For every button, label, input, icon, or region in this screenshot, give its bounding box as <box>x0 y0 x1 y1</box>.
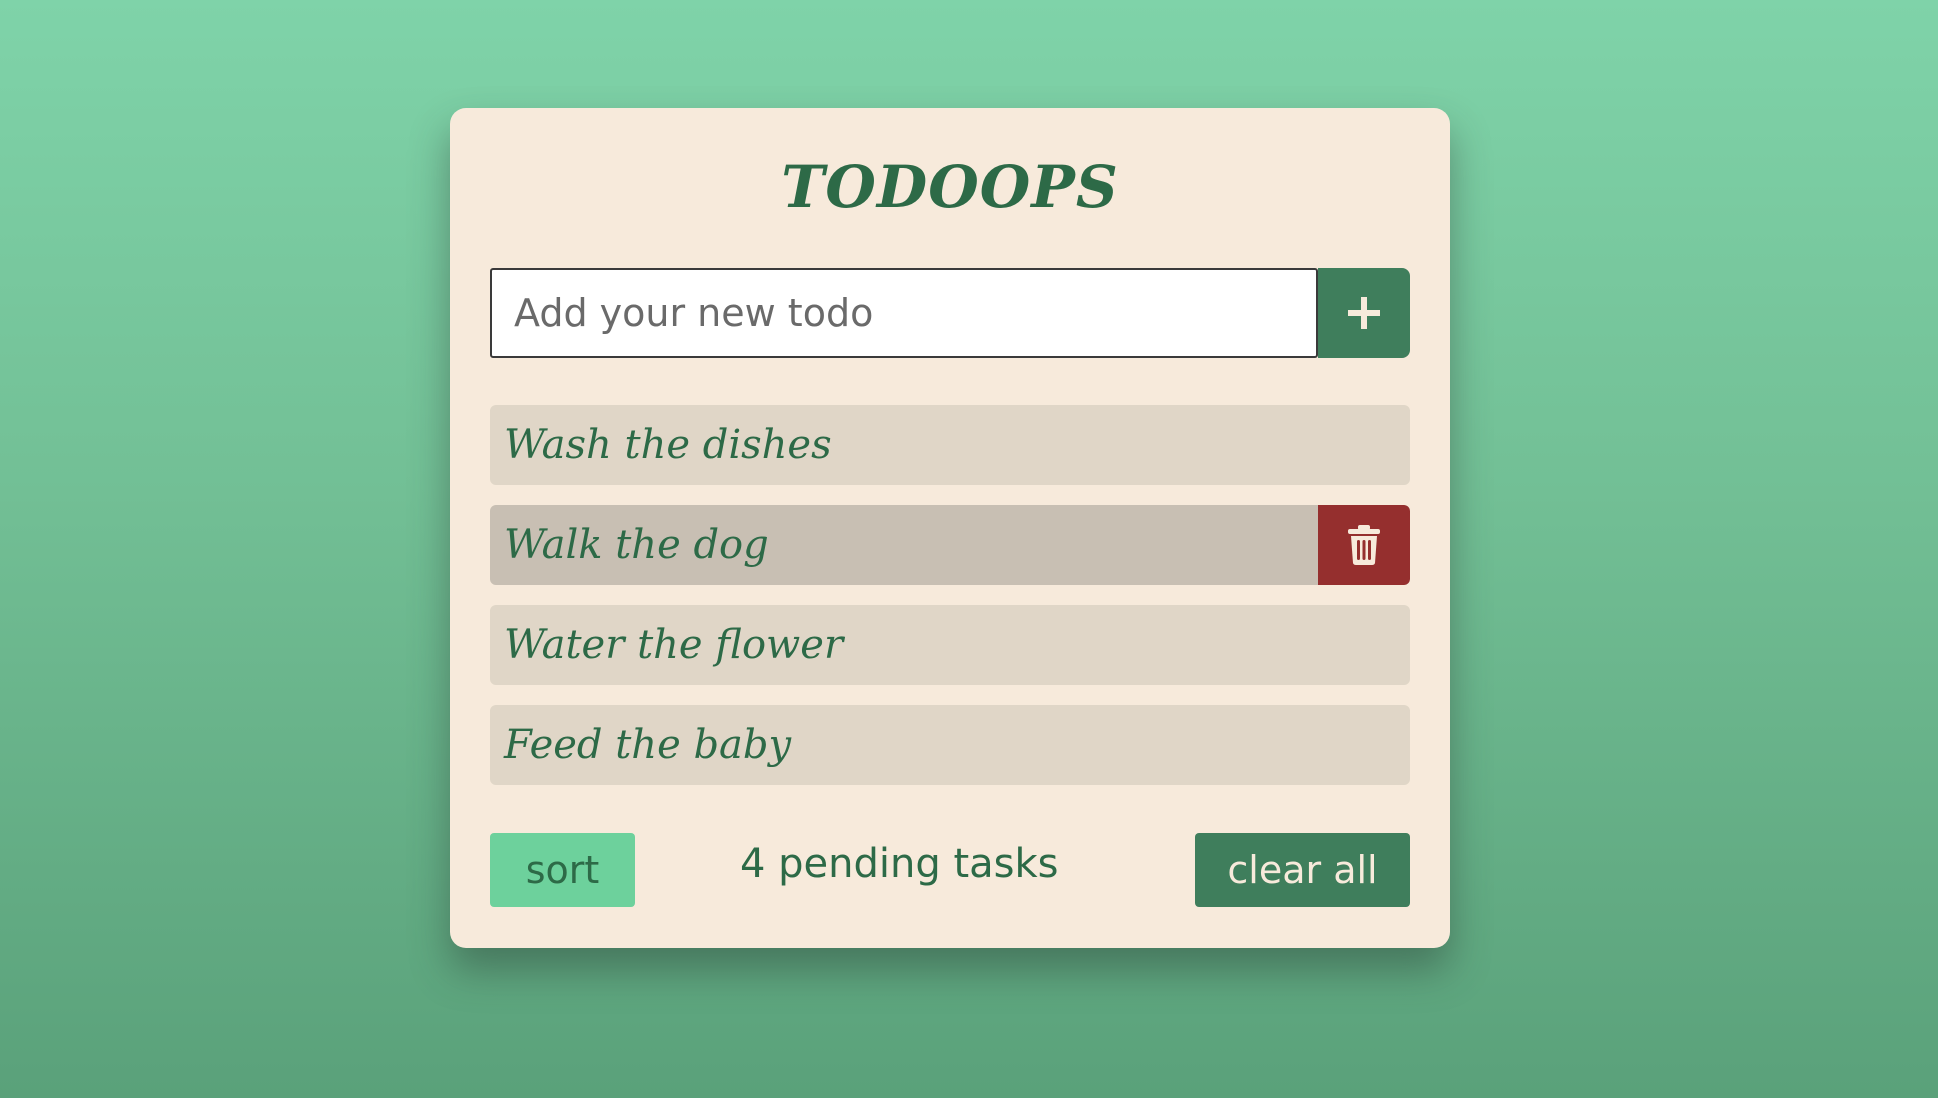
todo-text: Feed the baby <box>504 722 792 768</box>
pending-tasks-count: 4 pending tasks <box>740 841 1059 887</box>
delete-todo-button[interactable] <box>1318 505 1410 585</box>
todo-text: Wash the dishes <box>504 422 832 468</box>
todo-card: TODOOPS Wash the dishes Walk the dog <box>450 108 1450 948</box>
todo-item[interactable]: Feed the baby <box>490 705 1410 785</box>
todo-text: Walk the dog <box>504 522 769 568</box>
todo-text: Water the flower <box>504 622 844 668</box>
todo-list: Wash the dishes Walk the dog Water the f… <box>490 405 1410 805</box>
new-todo-input[interactable] <box>490 268 1318 358</box>
footer: sort 4 pending tasks clear all <box>490 833 1410 907</box>
trash-icon <box>1348 525 1380 565</box>
todo-item[interactable]: Water the flower <box>490 605 1410 685</box>
todo-item[interactable]: Walk the dog <box>490 505 1410 585</box>
todo-item[interactable]: Wash the dishes <box>490 405 1410 485</box>
plus-icon <box>1348 297 1380 329</box>
clear-all-button[interactable]: clear all <box>1195 833 1410 907</box>
input-row <box>490 268 1410 358</box>
add-todo-button[interactable] <box>1318 268 1410 358</box>
sort-button[interactable]: sort <box>490 833 635 907</box>
app-title: TODOOPS <box>781 153 1119 221</box>
